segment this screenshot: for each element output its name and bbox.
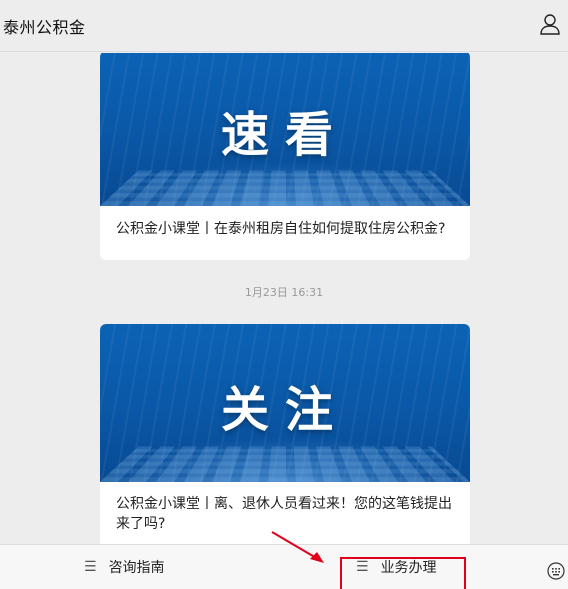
menu-button-guide[interactable]: ☰ 咨询指南 bbox=[84, 557, 165, 577]
message-timestamp: 1月23日 16:31 bbox=[244, 286, 324, 299]
article-card[interactable]: 关注 公积金小课堂丨离、退休人员看过来！您的这笔钱提出来了吗? bbox=[100, 324, 470, 544]
article-title: 公积金小课堂丨离、退休人员看过来！您的这笔钱提出来了吗? bbox=[116, 496, 452, 532]
message-list[interactable]: 速看 公积金小课堂丨在泰州租房自住如何提取住房公积金? 1月23日 16:31 … bbox=[0, 53, 568, 544]
banner-text: 速看 bbox=[220, 107, 349, 163]
person-icon[interactable] bbox=[538, 12, 562, 36]
chat-title: 泰州公积金 bbox=[3, 18, 86, 37]
article-card[interactable]: 速看 公积金小课堂丨在泰州租房自住如何提取住房公积金? bbox=[100, 53, 470, 260]
article-banner: 关注 bbox=[100, 324, 470, 482]
menu-lines-icon: ☰ bbox=[356, 559, 369, 575]
menu-button-business[interactable]: ☰ 业务办理 bbox=[356, 557, 437, 577]
top-bar: 泰州公积金 bbox=[0, 0, 568, 52]
banner-text: 关注 bbox=[220, 382, 349, 438]
menu-label: 业务办理 bbox=[380, 560, 437, 576]
keyboard-icon[interactable] bbox=[547, 562, 565, 580]
menu-lines-icon: ☰ bbox=[84, 559, 97, 575]
article-title: 公积金小课堂丨在泰州租房自住如何提取住房公积金? bbox=[116, 221, 446, 237]
bottom-menu-bar: ☰ 咨询指南 ☰ 业务办理 bbox=[0, 544, 568, 589]
article-banner: 速看 bbox=[100, 53, 470, 206]
menu-label: 咨询指南 bbox=[108, 560, 165, 576]
